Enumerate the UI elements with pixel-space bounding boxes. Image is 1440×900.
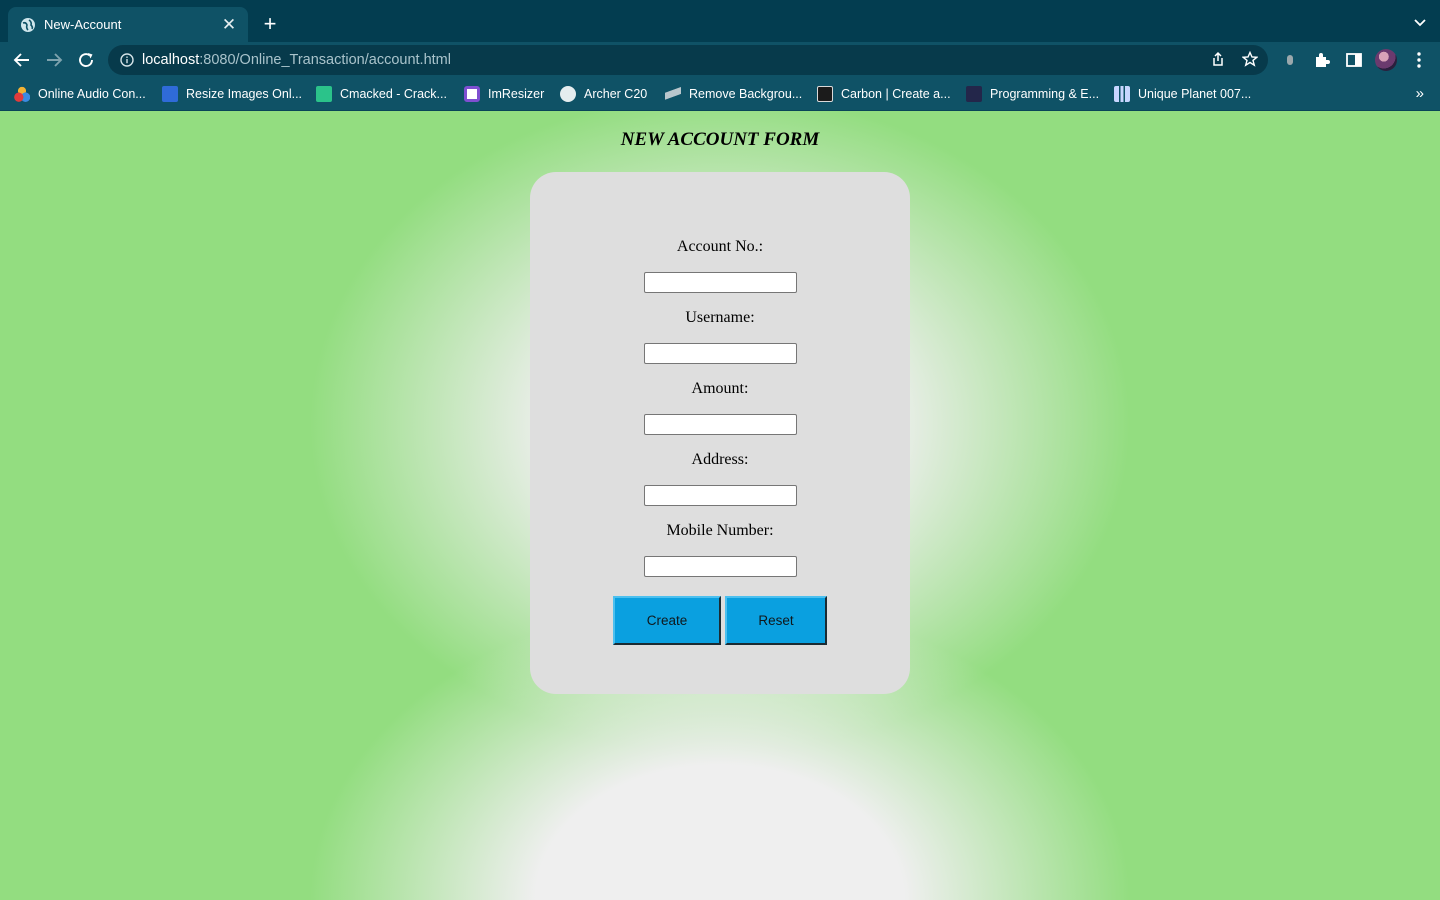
puzzle-icon[interactable] [1312, 50, 1332, 70]
online-audio-converter-icon [14, 86, 30, 102]
globe-icon [20, 17, 36, 33]
bookmark-archer-c20[interactable]: Archer C20 [560, 85, 647, 103]
bookmark-remove-background[interactable]: Remove Backgrou... [665, 85, 802, 103]
tab-title: New-Account [44, 17, 122, 32]
mobile-number-input[interactable] [644, 556, 797, 577]
page-viewport: NEW ACCOUNT FORM Account No.: Username: … [0, 111, 1440, 900]
tab-strip: New-Account ✕ + [0, 0, 1440, 42]
forward-arrow-icon[interactable] [44, 50, 64, 70]
imresizer-icon [464, 86, 480, 102]
mobile-number-label: Mobile Number: [666, 522, 774, 539]
reload-icon[interactable] [76, 50, 96, 70]
username-label: Username: [685, 309, 755, 326]
bookmarks-bar: Online Audio Con... Resize Images Onl...… [0, 78, 1440, 111]
bookmark-imresizer[interactable]: ImResizer [464, 85, 544, 103]
address-input[interactable] [644, 485, 797, 506]
new-tab-button[interactable]: + [258, 12, 282, 36]
side-panel-icon[interactable] [1344, 50, 1364, 70]
cmacked-icon [316, 86, 332, 102]
bookmark-star-icon[interactable] [1241, 50, 1259, 68]
browser-toolbar: localhost:8080/Online_Transaction/accoun… [0, 42, 1440, 78]
url-host: localhost [142, 52, 200, 68]
unique-planet-icon [1114, 86, 1130, 102]
profile-avatar[interactable] [1375, 49, 1397, 71]
resize-images-icon [162, 86, 178, 102]
bookmark-online-audio-converter[interactable]: Online Audio Con... [14, 85, 146, 103]
back-arrow-icon[interactable] [12, 50, 32, 70]
amount-label: Amount: [691, 380, 749, 397]
bookmark-programming[interactable]: Programming & E... [966, 85, 1099, 103]
create-button[interactable]: Create [613, 596, 721, 645]
address-bar[interactable]: localhost:8080/Online_Transaction/accoun… [108, 45, 1268, 75]
address-label: Address: [691, 451, 749, 468]
bookmark-resize-images[interactable]: Resize Images Onl... [162, 85, 302, 103]
page-title: NEW ACCOUNT FORM [620, 129, 820, 150]
bookmark-carbon[interactable]: Carbon | Create a... [817, 85, 951, 103]
bookmark-cmacked[interactable]: Cmacked - Crack... [316, 85, 447, 103]
account-number-input[interactable] [644, 272, 797, 293]
bookmark-unique-planet[interactable]: Unique Planet 007... [1114, 85, 1251, 103]
carbon-icon [817, 86, 833, 102]
new-account-form: Account No.: Username: Amount: Address: … [530, 172, 910, 694]
url-path: :8080/Online_Transaction/account.html [199, 52, 451, 68]
share-icon[interactable] [1209, 50, 1227, 68]
chevron-down-icon[interactable] [1412, 14, 1428, 30]
more-vert-icon[interactable] [1409, 50, 1429, 70]
account-number-label: Account No.: [676, 238, 764, 255]
amount-input[interactable] [644, 414, 797, 435]
close-icon[interactable]: ✕ [220, 15, 238, 34]
programming-icon [966, 86, 982, 102]
username-input[interactable] [644, 343, 797, 364]
reset-button[interactable]: Reset [725, 596, 827, 645]
globe-icon [560, 86, 576, 102]
browser-tab[interactable]: New-Account ✕ [8, 7, 248, 42]
remove-bg-icon [665, 86, 681, 102]
site-info-icon[interactable] [120, 53, 134, 67]
bookmarks-overflow-button[interactable]: » [1416, 85, 1424, 102]
extension-icon[interactable] [1280, 50, 1300, 70]
